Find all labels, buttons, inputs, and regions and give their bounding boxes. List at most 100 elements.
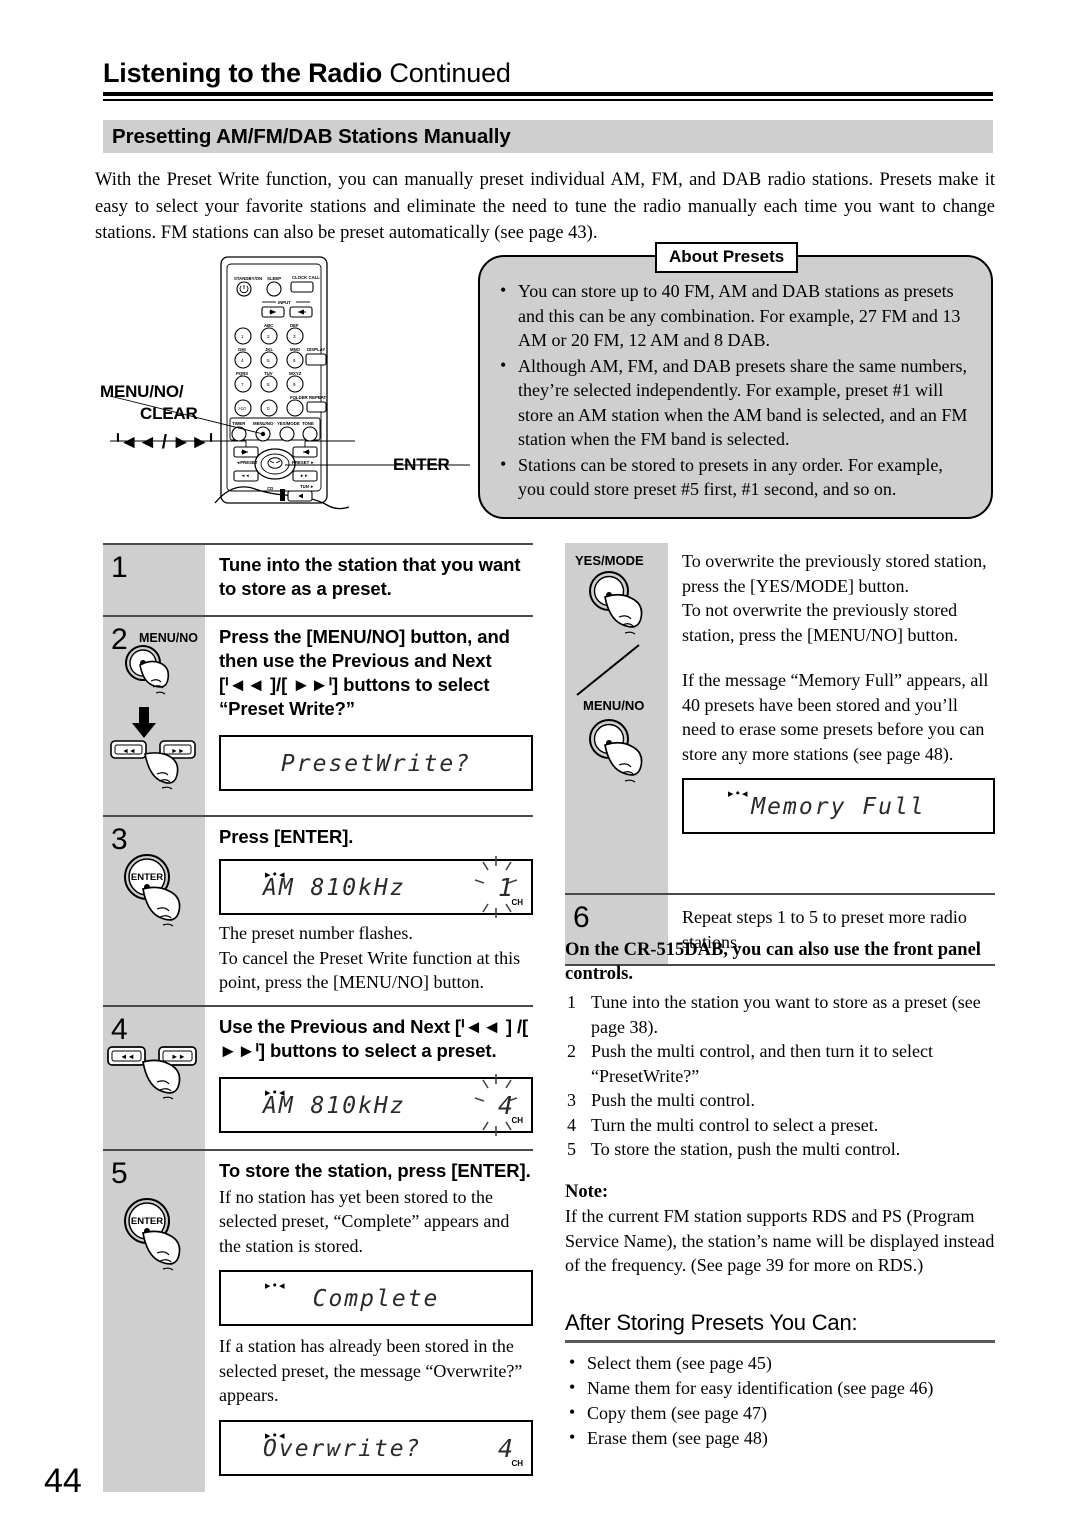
step-row-2: 2 MENU/NO ◄◄ ►► Press the [MENU/NO] butt… [103,615,533,815]
lcd-text: PresetWrite? [280,751,472,777]
lcd-display: ▸•◂ AM 810kHz 1 CH [219,856,533,918]
after-storing-list: Select them (see page 45) Name them for … [565,1350,995,1451]
svg-text:>10: >10 [238,406,246,411]
front-panel-heading: On the CR-515DAB, you can also use the f… [565,940,981,984]
svg-text:CLOCK CALL: CLOCK CALL [292,275,320,280]
after-storing-section: After Storing Presets You Can: Select th… [565,1310,995,1451]
lcd-display: ▸•◂ Complete [219,1270,533,1326]
svg-text:TUV: TUV [264,371,273,376]
lcd-ch-label: CH [511,1115,523,1125]
list-item-text: Push the multi control. [591,1090,755,1110]
svg-text:ENTER: ENTER [131,1216,163,1227]
enter-press-illustration: ENTER [124,1197,181,1270]
list-item: 1 Tune into the station you want to store… [565,990,995,1039]
step-body: Press the [MENU/NO] button, and then use… [205,617,533,815]
remote-label-menu-no: MENU/NO/ [100,382,184,401]
step-number: 1 [111,551,128,584]
lcd-display: ▸•◂ Overwrite? 4 CH [219,1419,533,1476]
list-item-number: 2 [567,1041,576,1061]
svg-text:9: 9 [293,382,296,387]
enter-press-illustration: ENTER [124,854,181,927]
flash-marks-icon [474,856,518,918]
lcd-text: Memory Full [751,794,926,820]
memory-full-instructions: If the message “Memory Full” appears, al… [682,670,989,764]
lcd-display: ▸•◂ Memory Full [682,778,995,834]
step-heading: Tune into the station that you want to s… [219,554,521,599]
remote-label-clear: CLEAR [140,404,198,423]
svg-text:WXYZ: WXYZ [289,371,302,376]
note-label: Note: [565,1182,609,1202]
step-number: 5 [111,1156,128,1190]
svg-text:◄◄: ◄◄ [120,1052,135,1061]
svg-text:REPEAT: REPEAT [309,395,326,400]
front-panel-list: 1 Tune into the station you want to store… [565,990,995,1162]
step-row-5: 5 ENTER To store the station, press [ENT… [103,1148,533,1492]
svg-text:DEF: DEF [290,323,299,328]
menu-no-press-illustration: ◄◄ ►► [110,645,196,790]
remote-label-prev-next: ᑊ◄◄ / ►►ᑊ [116,432,213,453]
header-rule-thin [103,99,993,101]
svg-text:►►: ►► [171,748,185,755]
step-number: 4 [111,1012,128,1046]
svg-text:MENU/NO: MENU/NO [253,421,274,426]
button-caption-yes-mode: YES/MODE [575,553,644,568]
svg-text:3: 3 [293,334,296,339]
step-row-1: 1 Tune into the station that you want to… [103,543,533,615]
step-number: 6 [573,901,590,934]
svg-text:JKL: JKL [265,347,273,352]
svg-text:DISPLAY: DISPLAY [307,347,325,352]
svg-text:YES/MODE: YES/MODE [277,421,300,426]
svg-text:►►: ►► [300,473,309,478]
step-body: Use the Previous and Next [ᑊ◄◄ ] /[ ►►ᑊ]… [205,1007,533,1149]
list-item: Erase them (see page 48) [565,1425,995,1451]
svg-text:FOLDER: FOLDER [290,395,309,400]
manual-page: Listening to the Radio Continued Presett… [0,0,1080,1526]
note-text: If the current FM station supports RDS a… [565,1206,995,1275]
svg-text:TONE: TONE [302,421,314,426]
list-item-text: Push the multi control, and then turn it… [591,1041,933,1086]
svg-text:0: 0 [267,406,270,411]
page-title: Listening to the Radio Continued [103,58,993,89]
overwrite-row: YES/MODE MENU/NO To overwrite the previo… [565,543,995,893]
step-heading: Press the [MENU/NO] button, and then use… [219,626,510,719]
list-item-number: 1 [567,992,576,1012]
prev-next-press-illustration: ◄◄ ►► [107,1045,197,1099]
svg-text:CD: CD [267,486,273,491]
step-note: The preset number flashes. To cancel the… [219,923,521,992]
page-title-continued: Continued [389,58,511,88]
step-heading: Use the Previous and Next [ᑊ◄◄ ] /[ ►►ᑊ]… [219,1015,529,1061]
step-gutter: 3 ENTER [103,817,205,1005]
step-row-3: 3 ENTER Press [ENTER]. ▸•◂ AM 810kHz 1 C… [103,815,533,1005]
list-item: 3 Push the multi control. [565,1088,995,1113]
after-storing-title: After Storing Presets You Can: [565,1310,858,1335]
step-body: To store the station, press [ENTER]. If … [205,1151,533,1492]
step-gutter: 5 ENTER [103,1150,205,1492]
list-item: 2 Push the multi control, and then turn i… [565,1039,995,1088]
page-title-main: Listening to the Radio [103,58,383,88]
svg-text:6: 6 [293,358,296,363]
page-number: 44 [44,1462,82,1500]
step-body: Press [ENTER]. ▸•◂ AM 810kHz 1 CH The pr… [205,817,533,1005]
svg-text:SLEEP: SLEEP [267,276,281,281]
list-item: Name them for easy identification (see p… [565,1375,995,1401]
page-header: Listening to the Radio Continued [103,58,993,101]
svg-text:◄◄: ◄◄ [241,473,250,478]
steps-right-column: YES/MODE MENU/NO To overwrite the previo… [565,543,995,966]
svg-text:MNO: MNO [290,347,301,352]
remote-control-illustration: .ln{fill:none;stroke:#000;stroke-width:1… [100,255,470,510]
list-item: Copy them (see page 47) [565,1400,995,1426]
list-item: 4 Turn the multi control to select a pres… [565,1113,995,1138]
after-storing-rule [565,1340,995,1343]
list-item-number: 4 [567,1114,576,1135]
header-rule-thick [103,92,993,96]
section-heading-text: Presetting AM/FM/DAB Stations Manually [112,125,511,148]
svg-text:TIMER: TIMER [232,421,246,426]
about-presets-list: You can store up to 40 FM, AM and DAB st… [498,278,973,502]
lcd-ch-label: CH [511,898,523,907]
intro-paragraph: With the Preset Write function, you can … [95,170,995,243]
svg-text:PQRS: PQRS [236,371,248,376]
note-section: Note: If the current FM station supports… [565,1180,995,1278]
svg-text:5: 5 [267,358,270,363]
svg-text:8: 8 [267,382,270,387]
svg-text:TUN ►: TUN ► [300,484,314,489]
